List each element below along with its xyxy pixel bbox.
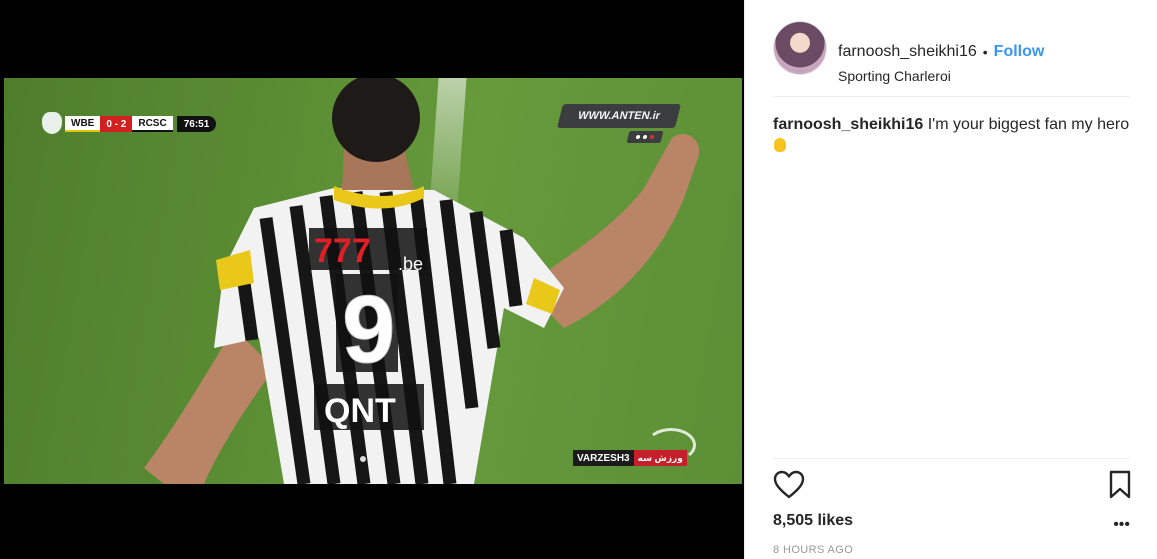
more-options-icon[interactable]: ••• [1113, 517, 1130, 533]
channel-sub: ورزش سه [633, 450, 687, 466]
location-link[interactable]: Sporting Charleroi [838, 68, 951, 84]
avatar[interactable] [773, 21, 827, 75]
post-sidebar: farnoosh_sheikhi16 • Follow Sporting Cha… [744, 0, 1157, 559]
post-header: farnoosh_sheikhi16 • Follow Sporting Cha… [773, 15, 1130, 84]
channel-name: VARZESH3 [573, 450, 634, 466]
away-team: RCSC [132, 116, 173, 132]
heart-icon[interactable] [773, 470, 805, 500]
actions-divider [773, 458, 1130, 459]
separator-dot: • [982, 44, 988, 60]
scoreboard: WBE 0 - 2 RCSC 76:51 [42, 112, 217, 134]
follow-button[interactable]: Follow [994, 43, 1045, 61]
watermark-dots-icon [626, 131, 664, 143]
match-score: 0 - 2 [100, 116, 133, 132]
post-media[interactable]: 777 .be 9 QNT WBE 0 - 2 RCSC 76:51 WWW.A… [0, 0, 744, 559]
caption-username[interactable]: farnoosh_sheikhi16 [773, 116, 923, 133]
jersey-sponsor: 777 [314, 232, 371, 270]
like-count[interactable]: 8,505 likes [773, 512, 853, 530]
match-clock: 76:51 [176, 116, 217, 132]
caption: farnoosh_sheikhi16 I'm your biggest fan … [773, 114, 1133, 158]
header-line: farnoosh_sheikhi16 • Follow [838, 43, 1044, 61]
jersey-number: 9 [342, 276, 395, 383]
caption-text: I'm your biggest fan my hero [927, 116, 1130, 133]
home-team: WBE [65, 116, 101, 132]
channel-logo: VARZESH3 ورزش سه [573, 450, 687, 466]
header-divider [773, 96, 1130, 97]
username-link[interactable]: farnoosh_sheikhi16 [838, 43, 977, 61]
post-timestamp[interactable]: 8 HOURS AGO [773, 544, 853, 556]
watermark-text: WWW.ANTEN.ir [576, 110, 662, 122]
hand-emoji-icon [774, 138, 786, 152]
league-logo-icon [42, 112, 62, 134]
jersey-sponsor-suffix: .be [398, 254, 423, 274]
bookmark-icon[interactable] [1108, 470, 1132, 500]
broadcaster-watermark: WWW.ANTEN.ir [557, 104, 681, 128]
playback-dot [360, 456, 366, 462]
action-bar [773, 470, 1132, 502]
jersey-back-sponsor: QNT [324, 392, 396, 430]
